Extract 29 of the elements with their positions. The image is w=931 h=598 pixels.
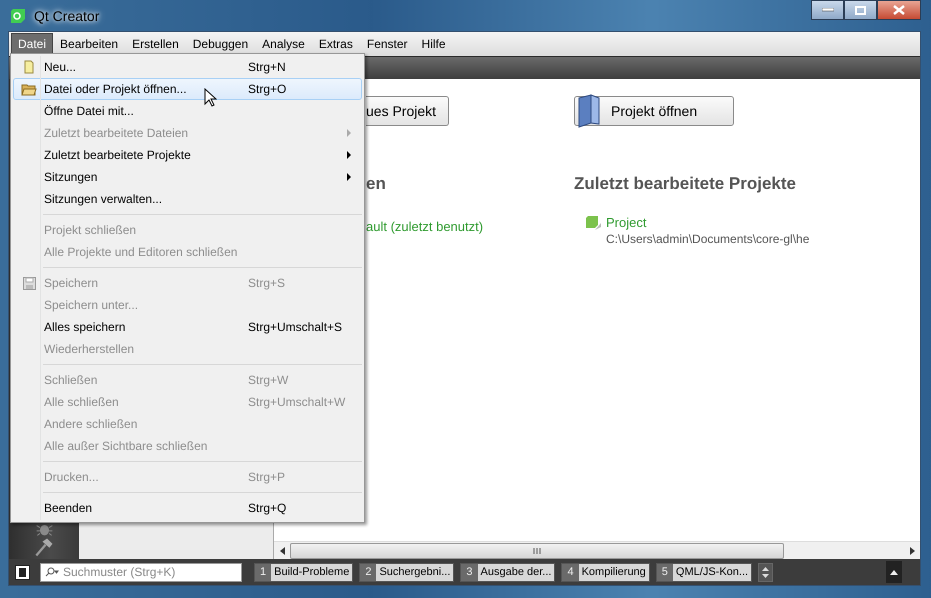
- menu-item[interactable]: Öffne Datei mit...: [13, 100, 362, 122]
- menu-bar-item[interactable]: Fenster: [360, 33, 415, 55]
- menu-bar-item[interactable]: Debuggen: [186, 33, 256, 55]
- output-pane-tab[interactable]: 1 Build-Probleme: [254, 562, 354, 582]
- new-project-button[interactable]: ues Projekt: [366, 96, 450, 126]
- search-field[interactable]: Suchmuster (Strg+K): [40, 562, 242, 582]
- menu-bar-item[interactable]: Extras: [312, 33, 360, 55]
- menu-bar-item[interactable]: Erstellen: [125, 33, 186, 55]
- window-title: Qt Creator: [34, 8, 100, 24]
- session-link[interactable]: ault (zuletzt benutzt): [366, 219, 484, 234]
- menu-bar-item[interactable]: Datei: [11, 33, 54, 55]
- output-pane-tab[interactable]: 4 Kompilierung: [561, 562, 650, 582]
- section-heading: en: [366, 174, 386, 194]
- menu-item[interactable]: Datei oder Projekt öffnen... Strg+O: [13, 78, 362, 100]
- menu-bar-item[interactable]: Analyse: [255, 33, 312, 55]
- menu-item[interactable]: Sitzungen verwalten...: [13, 188, 362, 210]
- output-pane-tab[interactable]: 3 Ausgabe der...: [460, 562, 556, 582]
- menu-bar-item[interactable]: Bearbeiten: [53, 33, 126, 55]
- menu-item[interactable]: Sitzungen: [13, 166, 362, 188]
- output-pane-tab[interactable]: 2 Suchergebni...: [359, 562, 454, 582]
- project-link[interactable]: Project: [606, 215, 810, 230]
- menu-item[interactable]: Zuletzt bearbeitete Projekte: [13, 144, 362, 166]
- output-pane-tab[interactable]: 5 QML/JS-Kon...: [656, 562, 752, 582]
- section-heading: Zuletzt bearbeitete Projekte: [574, 174, 796, 194]
- open-project-button[interactable]: Projekt öffnen: [574, 96, 734, 126]
- menu-item[interactable]: Alles speichern Strg+Umschalt+S: [13, 316, 362, 338]
- menu-bar-item[interactable]: Hilfe: [414, 33, 453, 55]
- menu-item[interactable]: Beenden Strg+Q: [13, 497, 362, 519]
- project-path: C:\Users\admin\Documents\core-gl\he: [606, 232, 810, 246]
